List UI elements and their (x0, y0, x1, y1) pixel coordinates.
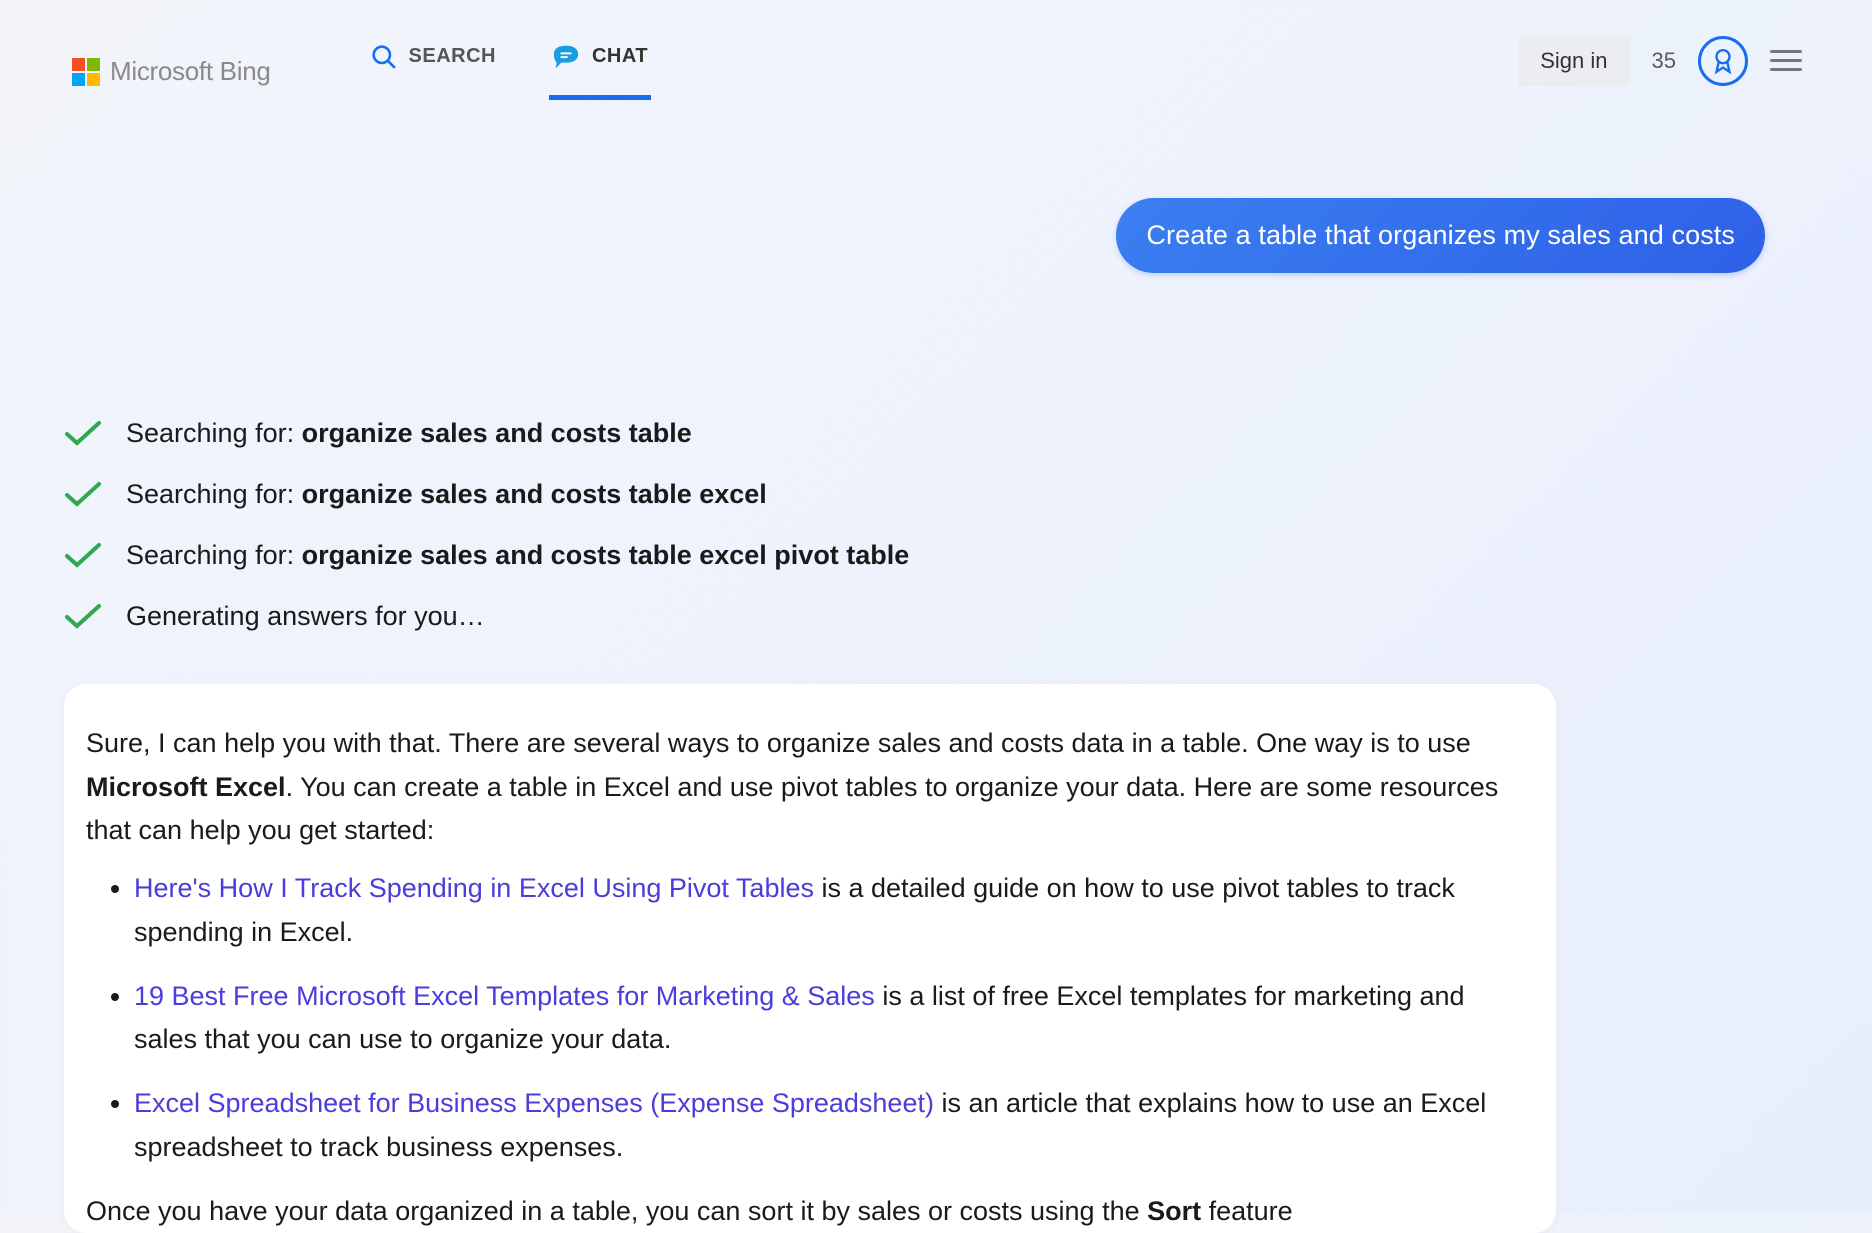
status-text: Searching for: organize sales and costs … (126, 540, 909, 571)
rewards-badge-icon[interactable] (1698, 36, 1748, 86)
rewards-points: 35 (1652, 48, 1676, 74)
logo[interactable]: Microsoft Bing (72, 56, 271, 87)
search-icon (371, 44, 397, 70)
status-row-search-2: Searching for: organize sales and costs … (64, 479, 1800, 510)
list-item: 19 Best Free Microsoft Excel Templates f… (134, 975, 1530, 1062)
resource-link-3[interactable]: Excel Spreadsheet for Business Expenses … (134, 1088, 934, 1118)
tab-chat-label: CHAT (592, 45, 648, 68)
answer-intro: Sure, I can help you with that. There ar… (86, 722, 1530, 853)
user-message-bubble: Create a table that organizes my sales a… (1116, 198, 1765, 273)
list-item: Excel Spreadsheet for Business Expenses … (134, 1082, 1530, 1169)
signin-button[interactable]: Sign in (1518, 36, 1629, 86)
tab-search-label: SEARCH (409, 45, 496, 68)
status-text: Searching for: organize sales and costs … (126, 479, 767, 510)
header: Microsoft Bing SEARCH CHAT Sign in 35 (0, 0, 1872, 113)
check-icon (64, 543, 102, 569)
tab-search[interactable]: SEARCH (371, 44, 496, 100)
status-list: Searching for: organize sales and costs … (64, 273, 1800, 632)
hamburger-menu-icon[interactable] (1770, 50, 1802, 71)
check-icon (64, 421, 102, 447)
logo-text: Microsoft Bing (110, 56, 271, 87)
check-icon (64, 482, 102, 508)
status-text: Generating answers for you… (126, 601, 485, 632)
resource-link-1[interactable]: Here's How I Track Spending in Excel Usi… (134, 873, 814, 903)
answer-list: Here's How I Track Spending in Excel Usi… (86, 867, 1530, 1169)
status-row-search-1: Searching for: organize sales and costs … (64, 418, 1800, 449)
header-right: Sign in 35 (1518, 36, 1802, 86)
answer-outro: Once you have your data organized in a t… (86, 1190, 1530, 1233)
check-icon (64, 604, 102, 630)
status-text: Searching for: organize sales and costs … (126, 418, 692, 449)
microsoft-logo-icon (72, 58, 100, 86)
chat-icon (552, 44, 580, 70)
resource-link-2[interactable]: 19 Best Free Microsoft Excel Templates f… (134, 981, 875, 1011)
list-item: Here's How I Track Spending in Excel Usi… (134, 867, 1530, 954)
main: Create a table that organizes my sales a… (0, 113, 1872, 1233)
tabs: SEARCH CHAT (371, 44, 649, 100)
status-row-generating: Generating answers for you… (64, 601, 1800, 632)
answer-card: Sure, I can help you with that. There ar… (64, 684, 1556, 1233)
tab-chat[interactable]: CHAT (552, 44, 648, 100)
status-row-search-3: Searching for: organize sales and costs … (64, 540, 1800, 571)
